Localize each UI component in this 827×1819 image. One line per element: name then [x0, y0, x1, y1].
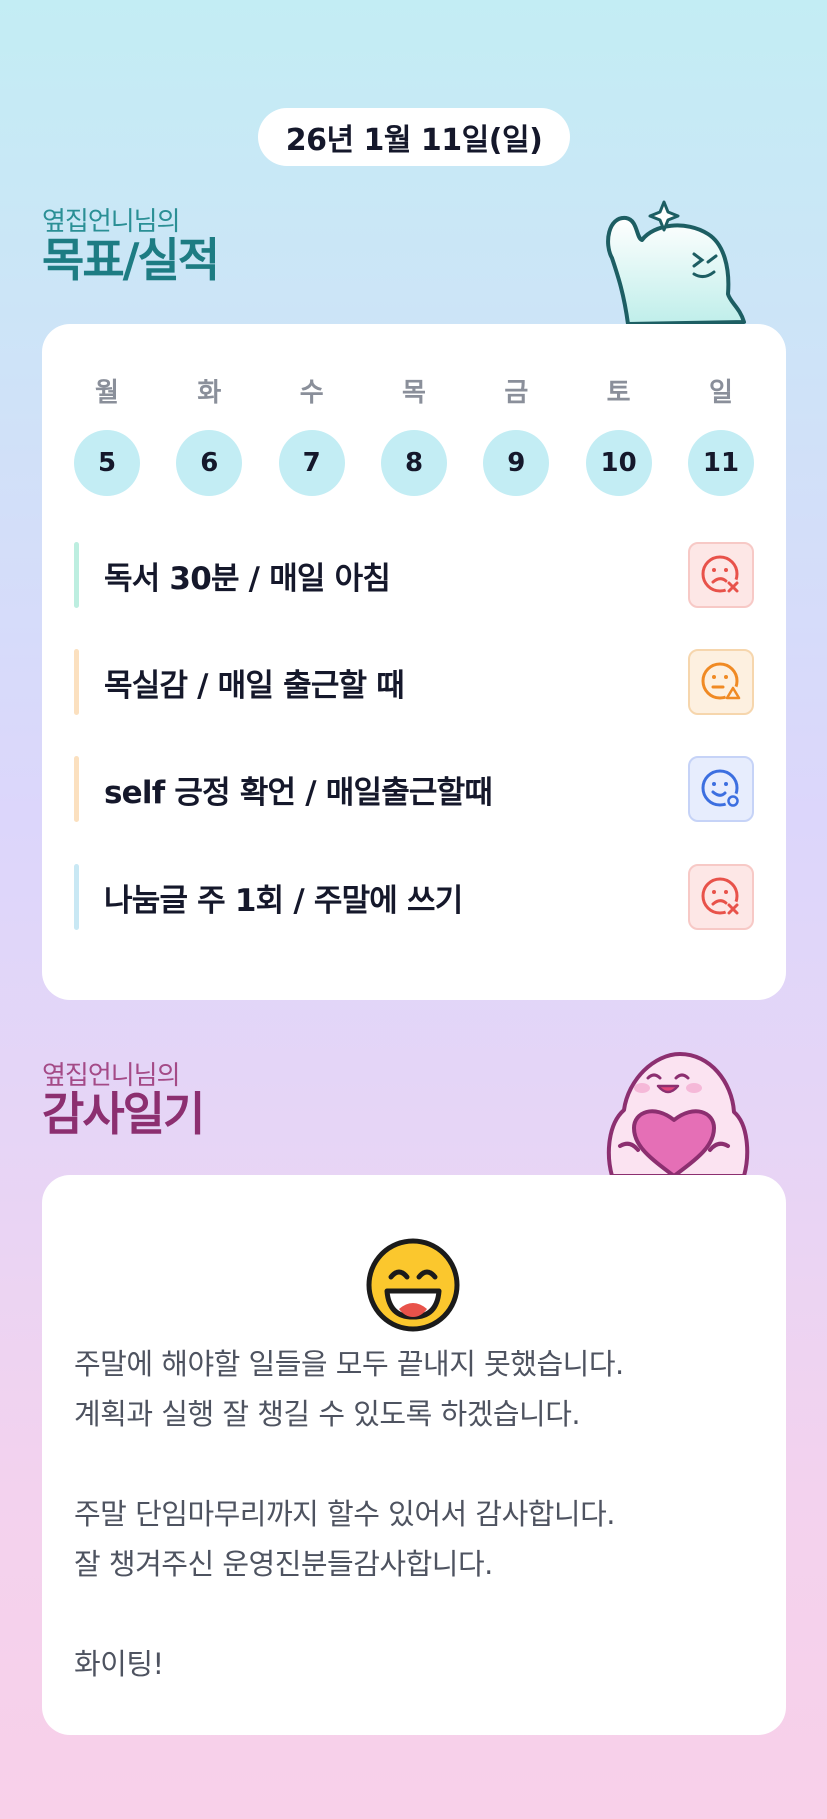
- sad-x-face-icon: [701, 877, 741, 917]
- week-strip: 월5 화6 수7 목8 금9 토 10 일 11: [74, 378, 754, 496]
- day-date: 5: [74, 430, 140, 496]
- day-column[interactable]: 금9: [483, 378, 550, 496]
- gratitude-section-subtitle: 옆집언니님의: [42, 1061, 181, 1091]
- day-name: 화: [197, 378, 222, 408]
- day-date: 7: [278, 430, 345, 496]
- goal-row[interactable]: self 긍정 확언 / 매일출근할때: [74, 756, 754, 822]
- diary-line: 주말 단임마무리까지 할수 있어서 감사합니다.: [74, 1497, 616, 1531]
- goal-row[interactable]: 나눔글 주 1회 / 주말에 쓰기: [74, 864, 754, 930]
- goal-status-badge[interactable]: [688, 756, 754, 822]
- goals-section-subtitle: 옆집언니님의: [42, 207, 181, 237]
- day-date: 6: [176, 430, 243, 496]
- day-name: 일: [709, 378, 733, 408]
- day-column[interactable]: 토 10: [585, 378, 652, 496]
- goal-text: self 긍정 확언 / 매일출근할때: [104, 774, 493, 811]
- day-name: 금: [504, 378, 529, 408]
- gratitude-diary-text: 주말에 해야할 일들을 모두 끝내지 못했습니다. 계획과 실행 잘 챙길 수 …: [74, 1339, 764, 1689]
- day-column[interactable]: 화6: [176, 378, 243, 496]
- goal-text: 독서 30분 / 매일 아침: [104, 560, 391, 597]
- day-column[interactable]: 월5: [74, 378, 140, 496]
- goal-color-bar: [74, 864, 79, 930]
- diary-line: 화이팅!: [74, 1647, 164, 1681]
- gratitude-section-title: 감사일기: [42, 1087, 205, 1141]
- goal-color-bar: [74, 756, 79, 822]
- goal-color-bar: [74, 649, 79, 715]
- goal-color-bar: [74, 542, 79, 608]
- day-date: 11: [687, 430, 754, 496]
- goal-row[interactable]: 목실감 / 매일 출근할 때: [74, 649, 754, 715]
- day-date: 10: [585, 430, 652, 496]
- diary-line: [74, 1589, 764, 1639]
- gratitude-section-header: 옆집언니님의 감사일기: [42, 1061, 205, 1141]
- neutral-triangle-face-icon: [701, 662, 741, 702]
- goal-text: 나눔글 주 1회 / 주말에 쓰기: [104, 882, 463, 919]
- day-column[interactable]: 목8: [380, 378, 447, 496]
- smile-circle-face-icon: [701, 769, 741, 809]
- day-name: 월: [95, 378, 119, 408]
- diary-line: 잘 챙겨주신 운영진분들감사합니다.: [74, 1547, 493, 1581]
- diary-line: 주말에 해야할 일들을 모두 끝내지 못했습니다.: [74, 1347, 624, 1381]
- day-column[interactable]: 일 11: [687, 378, 754, 496]
- grinning-face-icon: [366, 1238, 460, 1332]
- day-column[interactable]: 수7: [278, 378, 345, 496]
- goals-section-title: 목표/실적: [42, 233, 220, 287]
- day-name: 목: [402, 378, 426, 408]
- day-name: 수: [299, 378, 324, 408]
- goal-status-badge[interactable]: [688, 649, 754, 715]
- goal-text: 목실감 / 매일 출근할 때: [104, 667, 405, 704]
- cheering-mascot-icon: [606, 200, 746, 324]
- diary-line: [74, 1439, 764, 1489]
- day-date: 8: [380, 430, 447, 496]
- goal-status-badge[interactable]: [688, 542, 754, 608]
- gratitude-diary-card: 주말에 해야할 일들을 모두 끝내지 못했습니다. 계획과 실행 잘 챙길 수 …: [42, 1175, 786, 1735]
- heart-hugging-mascot-icon: [606, 1052, 750, 1176]
- day-name: 토: [606, 378, 631, 408]
- goals-card: 월5 화6 수7 목8 금9 토 10 일 11 독서 30분 / 매일 아침 목실…: [42, 324, 786, 1000]
- goal-row[interactable]: 독서 30분 / 매일 아침: [74, 542, 754, 608]
- goals-section-header: 옆집언니님의 목표/실적: [42, 207, 220, 287]
- day-date: 9: [483, 430, 550, 496]
- goal-status-badge[interactable]: [688, 864, 754, 930]
- diary-line: 계획과 실행 잘 챙길 수 있도록 하겠습니다.: [74, 1397, 581, 1431]
- date-label: 26년 1월 11일(일): [258, 108, 570, 166]
- sad-x-face-icon: [701, 555, 741, 595]
